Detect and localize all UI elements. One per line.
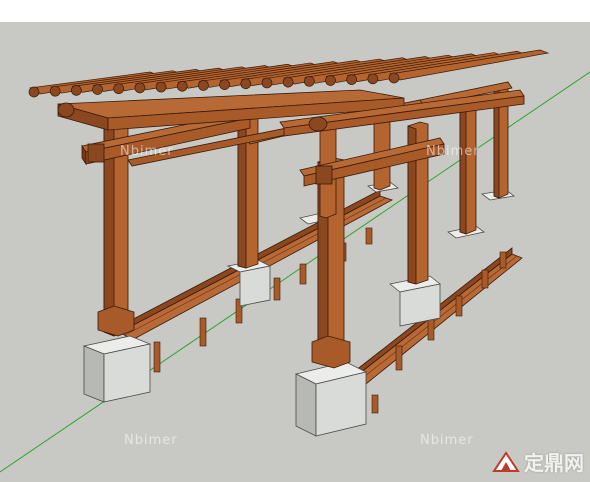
rafter-end <box>113 83 125 95</box>
rafter-end <box>92 84 103 95</box>
rafter-end <box>219 79 230 90</box>
logo-icon <box>492 450 520 472</box>
rafter-end <box>134 82 146 94</box>
rafter-end <box>325 75 336 86</box>
viewport: Nbimer Nbimer Nbimer Nbimer 定鼎网 <box>0 0 590 482</box>
rafter-end <box>198 80 209 91</box>
rafter-end <box>71 85 82 96</box>
rafter-end <box>303 75 315 87</box>
rafter-end <box>176 80 188 92</box>
rafter-end <box>155 81 167 93</box>
rafter-end <box>261 77 273 89</box>
front-bench <box>345 247 523 414</box>
rafter-end <box>28 86 40 98</box>
brand-text: 定鼎网 <box>524 451 584 475</box>
pergola-model <box>0 49 590 473</box>
rafter-end <box>367 73 379 85</box>
rafter-end <box>388 72 400 84</box>
rafter-end <box>346 74 357 85</box>
brand-logo: 定鼎网 <box>492 447 584 476</box>
rafter-end <box>282 76 294 88</box>
rafter-end <box>240 78 252 90</box>
rafter-end <box>49 85 61 97</box>
